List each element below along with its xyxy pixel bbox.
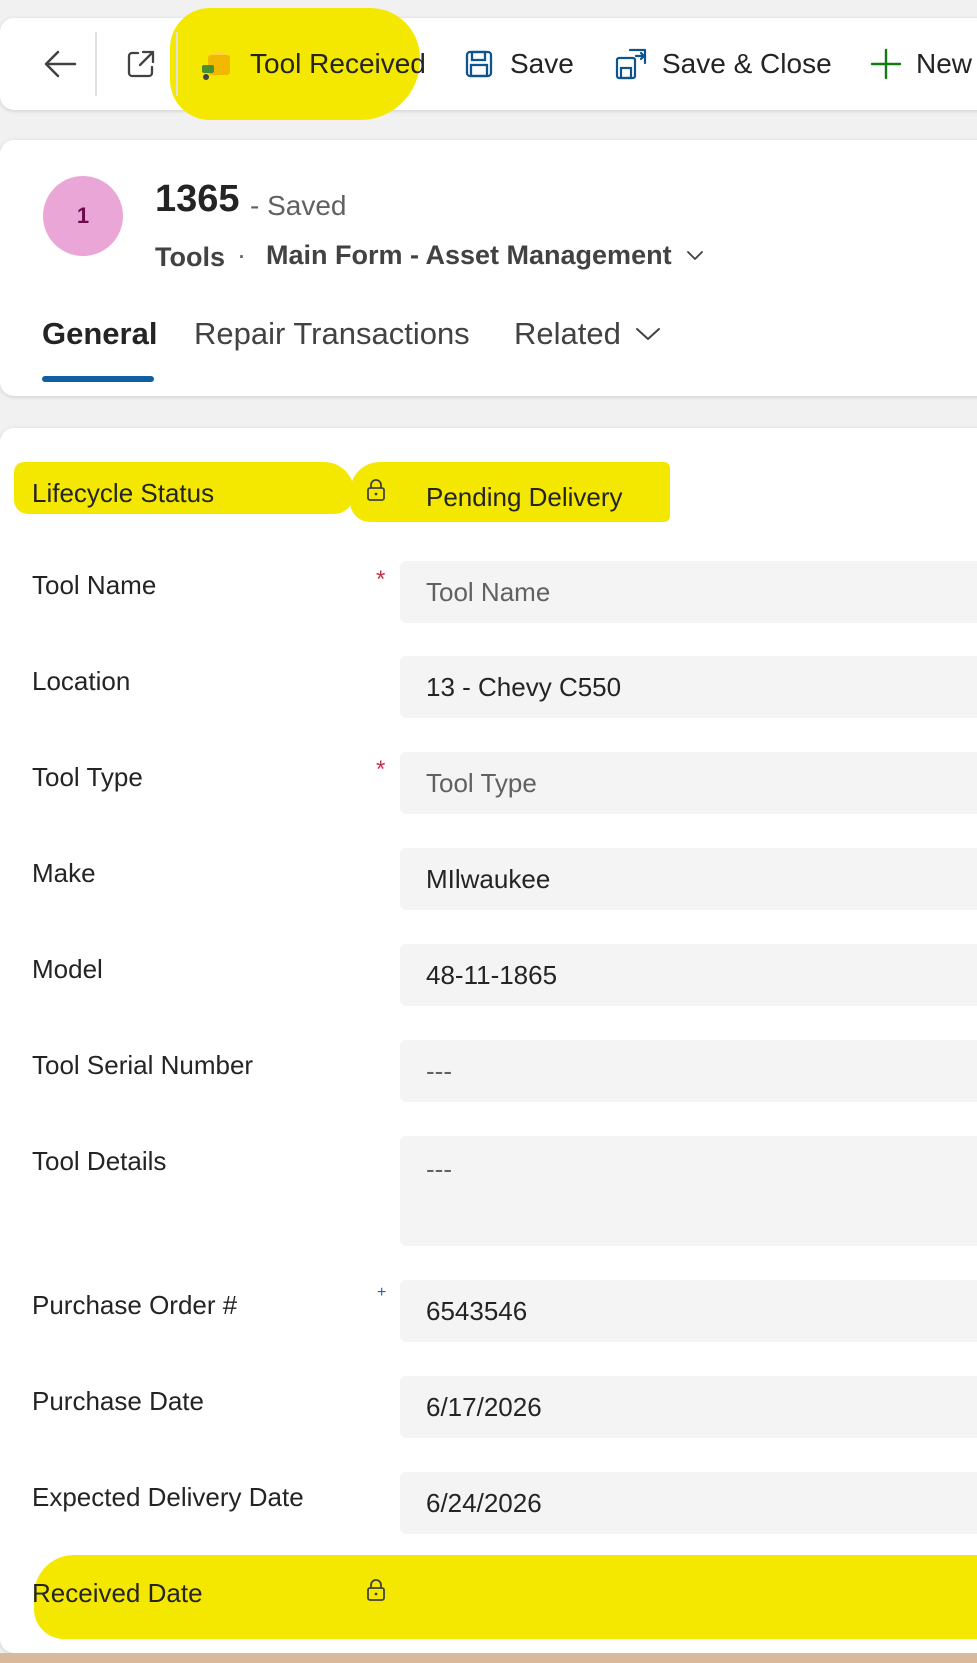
plus-icon xyxy=(870,48,902,80)
open-in-new-window-icon xyxy=(127,50,155,78)
active-tab-indicator xyxy=(42,376,154,382)
tool-details-label: Tool Details xyxy=(32,1146,167,1176)
received-date-label: Received Date xyxy=(32,1578,203,1608)
lifecycle-status-value: Pending Delivery xyxy=(426,481,623,512)
tab-repair-transactions[interactable]: Repair Transactions xyxy=(194,316,470,352)
chevron-down-icon xyxy=(635,328,660,340)
lock-icon xyxy=(367,1579,385,1601)
header-separator: · xyxy=(237,240,246,270)
tool-received-button[interactable]: Tool Received xyxy=(200,18,426,110)
tab-related[interactable]: Related xyxy=(514,316,661,352)
purchase-order-field[interactable]: 6543546 xyxy=(400,1280,977,1342)
new-label: New xyxy=(916,48,973,79)
save-label: Save xyxy=(510,48,574,79)
tab-general[interactable]: General xyxy=(42,316,157,352)
save-status: - Saved xyxy=(250,190,347,221)
purchase-date-label: Purchase Date xyxy=(32,1386,204,1416)
back-button[interactable] xyxy=(34,18,86,110)
form-name: Main Form - Asset Management xyxy=(266,240,672,270)
model-field[interactable]: 48-11-1865 xyxy=(400,944,977,1006)
new-button[interactable]: New xyxy=(870,18,972,110)
save-and-close-label: Save & Close xyxy=(662,48,832,79)
make-field[interactable]: MIlwaukee xyxy=(400,848,977,910)
required-indicator: * xyxy=(376,756,386,783)
entity-name: Tools xyxy=(155,242,225,272)
tool-type-label: Tool Type xyxy=(32,762,143,792)
business-recommended-indicator: + xyxy=(377,1284,387,1301)
location-label: Location xyxy=(32,666,131,696)
tool-name-label: Tool Name xyxy=(32,570,157,600)
tool-details-field[interactable]: --- xyxy=(400,1136,977,1246)
make-label: Make xyxy=(32,858,96,888)
back-arrow-icon xyxy=(44,50,77,78)
bottom-edge xyxy=(0,1653,977,1663)
avatar: 1 xyxy=(43,176,123,256)
expected-delivery-date-label: Expected Delivery Date xyxy=(32,1482,304,1512)
lock-icon xyxy=(367,479,385,501)
record-header: 1 1365 - Saved Tools · Main Form - Asset… xyxy=(0,140,977,396)
expected-delivery-date-field[interactable]: 6/24/2026 xyxy=(400,1472,977,1534)
required-indicator: * xyxy=(376,566,386,593)
form-selector[interactable]: Main Form - Asset Management xyxy=(266,240,704,271)
command-separator xyxy=(95,32,97,96)
model-label: Model xyxy=(32,954,103,984)
tool-serial-number-label: Tool Serial Number xyxy=(32,1050,254,1080)
save-button[interactable]: Save xyxy=(464,18,574,110)
command-separator xyxy=(176,32,178,96)
received-date-field xyxy=(400,1568,977,1630)
command-bar: Tool Received Save Save & Close New xyxy=(0,8,977,120)
purchase-date-field[interactable]: 6/17/2026 xyxy=(400,1376,977,1438)
form-body: Lifecycle Status Pending Delivery Tool N… xyxy=(0,428,977,1653)
save-and-close-icon xyxy=(615,48,647,80)
open-in-new-window-button[interactable] xyxy=(118,18,164,110)
tab-related-label: Related xyxy=(514,316,621,351)
purchase-order-label: Purchase Order # xyxy=(32,1290,238,1320)
save-and-close-button[interactable]: Save & Close xyxy=(614,18,832,110)
save-icon xyxy=(465,50,493,78)
tool-received-icon xyxy=(202,51,230,80)
tool-received-label: Tool Received xyxy=(250,48,426,79)
chevron-down-icon xyxy=(686,250,703,260)
tool-name-field[interactable]: Tool Name xyxy=(400,561,977,623)
location-field[interactable]: 13 - Chevy C550 xyxy=(400,656,977,718)
tool-serial-number-field[interactable]: --- xyxy=(400,1040,977,1102)
tool-type-field[interactable]: Tool Type xyxy=(400,752,977,814)
record-title: 1365 xyxy=(155,178,240,220)
lifecycle-status-label: Lifecycle Status xyxy=(32,478,215,508)
